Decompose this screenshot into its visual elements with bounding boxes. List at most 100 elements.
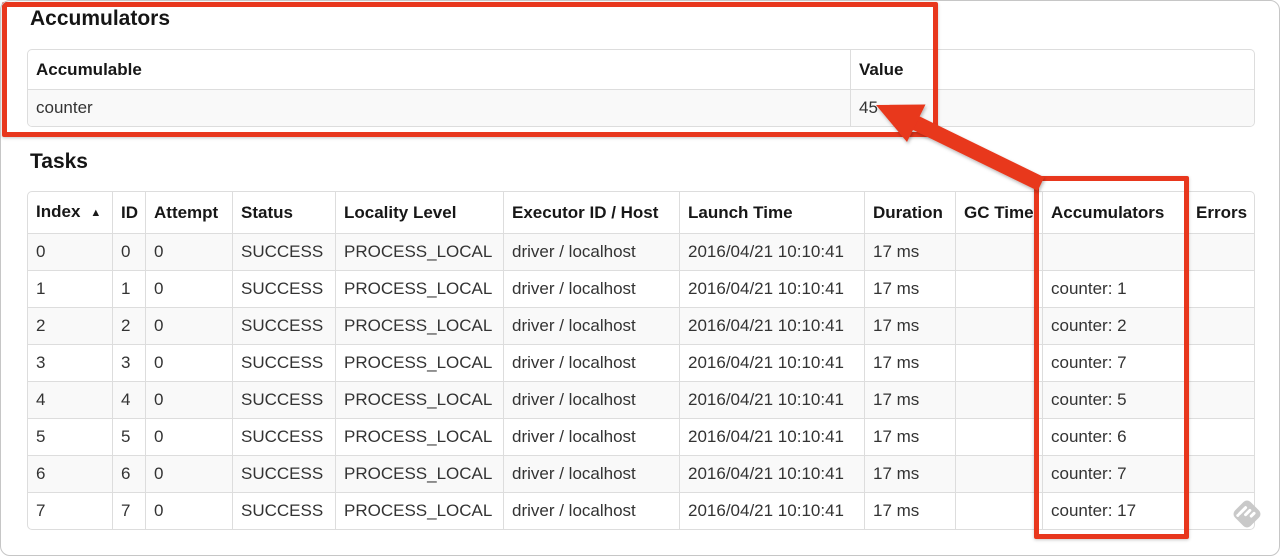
table-row: 6 6 0 SUCCESS PROCESS_LOCAL driver / localhos… [28, 455, 1254, 492]
cell-status: SUCCESS [232, 418, 335, 455]
cell-attempt: 0 [145, 381, 232, 418]
col-header-locality-level[interactable]: Locality Level [335, 192, 503, 233]
cell-duration: 17 ms [864, 344, 955, 381]
cell-id: 2 [112, 307, 145, 344]
cell-accumulators: counter: 6 [1042, 418, 1187, 455]
cell-attempt: 0 [145, 455, 232, 492]
cell-errors [1187, 270, 1254, 307]
tasks-table: Index ▲ ID Attempt Status Locality Level Execu… [27, 191, 1255, 530]
cell-status: SUCCESS [232, 492, 335, 529]
cell-gc-time [955, 307, 1042, 344]
cell-executor-id-host: driver / localhost [503, 455, 679, 492]
cell-attempt: 0 [145, 307, 232, 344]
cell-locality-level: PROCESS_LOCAL [335, 455, 503, 492]
cell-locality-level: PROCESS_LOCAL [335, 418, 503, 455]
cell-executor-id-host: driver / localhost [503, 307, 679, 344]
cell-gc-time [955, 418, 1042, 455]
cell-value: 45 [850, 89, 1254, 126]
sort-ascending-icon: ▲ [90, 207, 102, 219]
cell-id: 4 [112, 381, 145, 418]
col-header-gc-time[interactable]: GC Time [955, 192, 1042, 233]
cell-accumulators: counter: 7 [1042, 344, 1187, 381]
cell-id: 6 [112, 455, 145, 492]
header-row: Index ▲ ID Attempt Status Locality Level Execu… [28, 192, 1254, 233]
tasks-heading: Tasks [30, 150, 88, 173]
cell-duration: 17 ms [864, 307, 955, 344]
cell-attempt: 0 [145, 418, 232, 455]
cell-duration: 17 ms [864, 270, 955, 307]
cell-accumulable: counter [28, 89, 850, 126]
cell-launch-time: 2016/04/21 10:10:41 [679, 455, 864, 492]
header-row: Accumulable Value [28, 50, 1254, 89]
cell-id: 7 [112, 492, 145, 529]
cell-status: SUCCESS [232, 344, 335, 381]
table-row: 0 0 0 SUCCESS PROCESS_LOCAL driver / localhos… [28, 233, 1254, 270]
cell-errors [1187, 233, 1254, 270]
table-row: 7 7 0 SUCCESS PROCESS_LOCAL driver / localhos… [28, 492, 1254, 529]
col-header-index[interactable]: Index ▲ [28, 192, 112, 233]
col-header-accumulable: Accumulable [36, 60, 142, 79]
col-header-executor-id-host[interactable]: Executor ID / Host [503, 192, 679, 233]
col-header-attempt[interactable]: Attempt [145, 192, 232, 233]
cell-accumulators: counter: 7 [1042, 455, 1187, 492]
cell-attempt: 0 [145, 492, 232, 529]
cell-executor-id-host: driver / localhost [503, 233, 679, 270]
cell-duration: 17 ms [864, 418, 955, 455]
cell-executor-id-host: driver / localhost [503, 492, 679, 529]
accumulators-table: Accumulable Value counter 45 [27, 49, 1255, 127]
cell-id: 3 [112, 344, 145, 381]
cell-index: 5 [28, 418, 112, 455]
cell-index: 7 [28, 492, 112, 529]
table-row: 5 5 0 SUCCESS PROCESS_LOCAL driver / localhos… [28, 418, 1254, 455]
cell-launch-time: 2016/04/21 10:10:41 [679, 492, 864, 529]
col-header-value: Value [850, 50, 1254, 89]
cell-gc-time [955, 344, 1042, 381]
col-header-duration[interactable]: Duration [864, 192, 955, 233]
col-header-launch-time[interactable]: Launch Time [679, 192, 864, 233]
cell-accumulators: counter: 1 [1042, 270, 1187, 307]
cell-status: SUCCESS [232, 455, 335, 492]
cell-index: 1 [28, 270, 112, 307]
cell-accumulators: counter: 2 [1042, 307, 1187, 344]
cell-id: 0 [112, 233, 145, 270]
cell-executor-id-host: driver / localhost [503, 344, 679, 381]
accumulators-table-grid: Accumulable Value counter 45 [28, 50, 1254, 126]
cell-accumulators: counter: 17 [1042, 492, 1187, 529]
table-row: 4 4 0 SUCCESS PROCESS_LOCAL driver / localhos… [28, 381, 1254, 418]
table-row: counter 45 [28, 89, 1254, 126]
cell-attempt: 0 [145, 270, 232, 307]
cell-locality-level: PROCESS_LOCAL [335, 381, 503, 418]
cell-index: 3 [28, 344, 112, 381]
cell-errors [1187, 307, 1254, 344]
col-header-errors[interactable]: Errors [1187, 192, 1254, 233]
table-row: 2 2 0 SUCCESS PROCESS_LOCAL driver / localhos… [28, 307, 1254, 344]
cell-status: SUCCESS [232, 233, 335, 270]
cell-gc-time [955, 455, 1042, 492]
cell-launch-time: 2016/04/21 10:10:41 [679, 418, 864, 455]
cell-status: SUCCESS [232, 381, 335, 418]
cell-locality-level: PROCESS_LOCAL [335, 307, 503, 344]
cell-index: 6 [28, 455, 112, 492]
tasks-table-grid: Index ▲ ID Attempt Status Locality Level Execu… [28, 192, 1254, 529]
cell-gc-time [955, 270, 1042, 307]
cell-index: 4 [28, 381, 112, 418]
cell-duration: 17 ms [864, 381, 955, 418]
cell-id: 1 [112, 270, 145, 307]
cell-gc-time [955, 492, 1042, 529]
cell-attempt: 0 [145, 233, 232, 270]
cell-launch-time: 2016/04/21 10:10:41 [679, 270, 864, 307]
cell-launch-time: 2016/04/21 10:10:41 [679, 307, 864, 344]
cell-locality-level: PROCESS_LOCAL [335, 344, 503, 381]
col-header-status[interactable]: Status [232, 192, 335, 233]
cell-launch-time: 2016/04/21 10:10:41 [679, 344, 864, 381]
cell-launch-time: 2016/04/21 10:10:41 [679, 381, 864, 418]
cell-duration: 17 ms [864, 492, 955, 529]
cell-executor-id-host: driver / localhost [503, 381, 679, 418]
cell-executor-id-host: driver / localhost [503, 270, 679, 307]
col-header-id[interactable]: ID [112, 192, 145, 233]
cell-locality-level: PROCESS_LOCAL [335, 492, 503, 529]
cell-errors [1187, 344, 1254, 381]
cell-accumulators: counter: 5 [1042, 381, 1187, 418]
col-header-accumulators[interactable]: Accumulators [1042, 192, 1187, 233]
cell-errors [1187, 381, 1254, 418]
